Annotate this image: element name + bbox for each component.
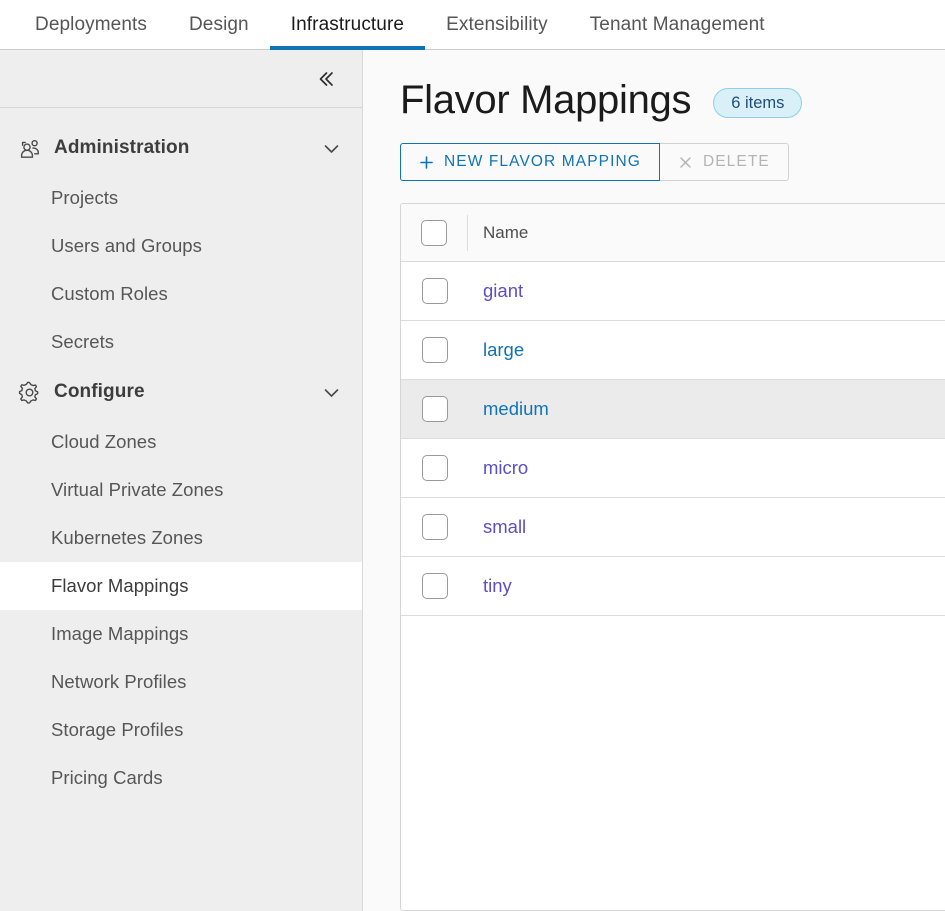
sidebar-item-storage-profiles[interactable]: Storage Profiles [0, 706, 362, 754]
flavor-mapping-link[interactable]: micro [483, 457, 528, 478]
top-navigation-bar: Deployments Design Infrastructure Extensibi… [0, 0, 945, 50]
top-tab-list: Deployments Design Infrastructure Extensibi… [14, 0, 786, 50]
row-checkbox[interactable] [421, 573, 448, 599]
sidebar-item-cloud-zones[interactable]: Cloud Zones [0, 418, 362, 466]
row-checkbox[interactable] [421, 455, 448, 481]
action-toolbar: NEW FLAVOR MAPPING DELETE [400, 143, 789, 181]
sidebar-item-label: Users and Groups [51, 235, 202, 256]
top-tab-design[interactable]: Design [168, 0, 270, 49]
top-tab-tenant-management[interactable]: Tenant Management [569, 0, 786, 49]
sidebar-item-custom-roles[interactable]: Custom Roles [0, 270, 362, 318]
top-tab-infrastructure[interactable]: Infrastructure [269, 0, 426, 50]
sidebar-item-label: Pricing Cards [51, 767, 163, 788]
sidebar-item-label: Cloud Zones [51, 431, 157, 452]
sidebar-item-network-profiles[interactable]: Network Profiles [0, 658, 362, 706]
row-name-cell: tiny [468, 575, 512, 597]
flavor-mappings-table: Name giant large medium micro small tiny [400, 203, 945, 911]
row-name-cell: micro [468, 457, 528, 479]
top-tab-deployments[interactable]: Deployments [14, 0, 168, 49]
sidebar-item-label: Virtual Private Zones [51, 479, 224, 500]
flavor-mapping-link[interactable]: large [483, 339, 524, 360]
sidebar-item-label: Secrets [51, 331, 115, 352]
row-checkbox[interactable] [421, 278, 448, 304]
row-select-cell [401, 380, 468, 438]
top-tab-label: Deployments [35, 13, 147, 35]
top-tab-label: Infrastructure [290, 13, 405, 35]
row-select-cell [401, 498, 468, 556]
column-header-name[interactable]: Name [468, 223, 528, 243]
row-select-cell [401, 262, 468, 320]
row-name-cell: small [468, 516, 526, 538]
sidebar-item-label: Flavor Mappings [51, 575, 189, 596]
sidebar-group-label: Configure [54, 381, 145, 402]
flavor-mapping-link[interactable]: medium [483, 398, 549, 419]
select-all-checkbox[interactable] [421, 219, 447, 246]
table-row[interactable]: small [401, 498, 945, 557]
sidebar-item-label: Custom Roles [51, 283, 168, 304]
body-split: Administration Projects Users and Groups Cu… [0, 50, 945, 911]
sidebar-group-configure[interactable]: Configure [0, 366, 362, 418]
sidebar-item-pricing-cards[interactable]: Pricing Cards [0, 754, 362, 802]
new-flavor-mapping-label: NEW FLAVOR MAPPING [444, 153, 641, 170]
sidebar-item-flavor-mappings[interactable]: Flavor Mappings [0, 562, 362, 610]
sidebar-item-projects[interactable]: Projects [0, 174, 362, 222]
sidebar-item-label: Projects [51, 187, 119, 208]
row-checkbox[interactable] [421, 396, 448, 422]
double-chevron-left-icon[interactable] [308, 62, 342, 96]
flavor-mapping-link[interactable]: small [483, 516, 526, 537]
select-all-cell [401, 214, 468, 251]
page-title: Flavor Mappings [400, 78, 692, 122]
table-row[interactable]: micro [401, 439, 945, 498]
delete-label: DELETE [702, 153, 770, 170]
users-group-icon [16, 135, 42, 161]
row-name-cell: medium [468, 398, 549, 420]
chevron-down-icon[interactable] [320, 137, 342, 159]
row-select-cell [401, 321, 468, 379]
chevron-down-icon[interactable] [320, 381, 342, 403]
flavor-mapping-link[interactable]: giant [483, 280, 523, 301]
table-row[interactable]: medium [401, 380, 945, 439]
row-name-cell: giant [468, 280, 523, 302]
top-tab-label: Design [188, 13, 249, 35]
table-row[interactable]: giant [401, 262, 945, 321]
sidebar-item-users-and-groups[interactable]: Users and Groups [0, 222, 362, 270]
row-name-cell: large [468, 339, 524, 361]
row-checkbox[interactable] [421, 337, 448, 363]
top-tab-extensibility[interactable]: Extensibility [425, 0, 569, 49]
new-flavor-mapping-button[interactable]: NEW FLAVOR MAPPING [400, 143, 660, 181]
app-root: Deployments Design Infrastructure Extensibi… [0, 0, 945, 911]
close-x-icon [678, 155, 693, 170]
sidebar-item-label: Kubernetes Zones [51, 527, 203, 548]
sidebar-item-label: Network Profiles [51, 671, 187, 692]
flavor-mapping-link[interactable]: tiny [483, 575, 512, 596]
row-select-cell [401, 557, 468, 615]
sidebar-nav-list: Administration Projects Users and Groups Cu… [0, 108, 362, 911]
sidebar-item-label: Storage Profiles [51, 719, 184, 740]
table-body: giant large medium micro small tiny [401, 262, 945, 616]
table-row[interactable]: tiny [401, 557, 945, 616]
main-content: Flavor Mappings 6 items NEW FLAVOR MAPPI… [363, 50, 945, 911]
sidebar-group-label: Administration [54, 137, 190, 158]
top-tab-label: Extensibility [446, 13, 548, 35]
item-count-badge: 6 items [713, 88, 803, 118]
sidebar-header [0, 50, 362, 108]
row-select-cell [401, 439, 468, 497]
delete-button[interactable]: DELETE [659, 143, 789, 181]
sidebar-item-kubernetes-zones[interactable]: Kubernetes Zones [0, 514, 362, 562]
sidebar-item-virtual-private-zones[interactable]: Virtual Private Zones [0, 466, 362, 514]
table-header-row: Name [401, 204, 945, 262]
sidebar-item-label: Image Mappings [51, 623, 189, 644]
gear-icon [16, 379, 42, 405]
sidebar-item-image-mappings[interactable]: Image Mappings [0, 610, 362, 658]
top-tab-label: Tenant Management [589, 13, 765, 35]
page-header: Flavor Mappings 6 items [400, 50, 945, 126]
sidebar: Administration Projects Users and Groups Cu… [0, 50, 363, 911]
table-row[interactable]: large [401, 321, 945, 380]
sidebar-item-secrets[interactable]: Secrets [0, 318, 362, 366]
plus-icon [419, 155, 434, 170]
row-checkbox[interactable] [421, 514, 448, 540]
sidebar-group-administration[interactable]: Administration [0, 122, 362, 174]
